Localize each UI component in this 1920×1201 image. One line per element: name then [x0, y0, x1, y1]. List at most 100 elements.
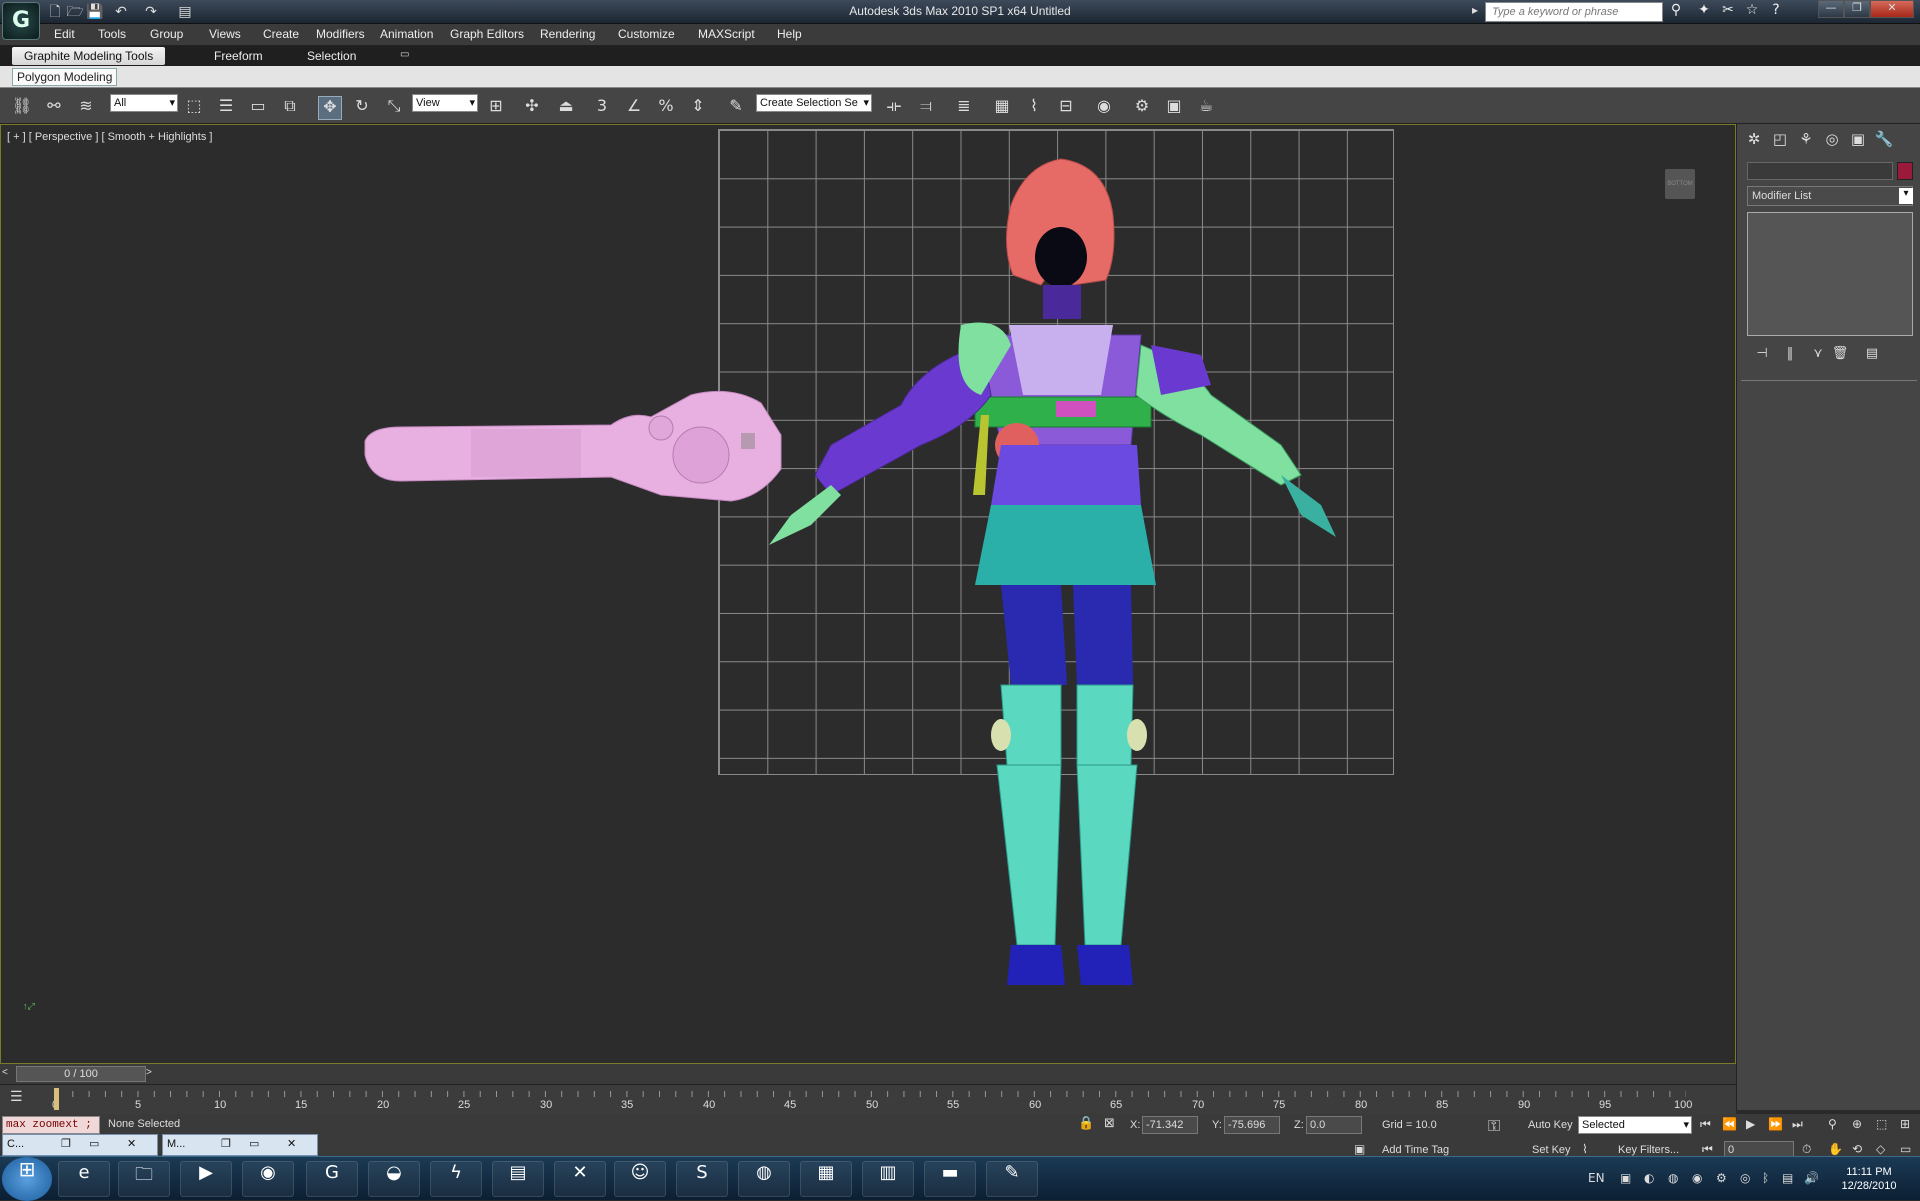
3ds-icon[interactable]: ▤	[492, 1161, 544, 1197]
menu-modifiers[interactable]: Modifiers	[316, 27, 365, 41]
tray-icon[interactable]: ◐	[1644, 1171, 1654, 1185]
select-object-icon[interactable]: ⬚	[182, 96, 206, 120]
motion-tab-icon[interactable]: ◎	[1821, 130, 1843, 152]
time-slider-thumb[interactable]: 0 / 100	[16, 1066, 146, 1082]
minimize-button[interactable]: —	[1818, 0, 1844, 18]
system-clock[interactable]: 11:11 PM 12/28/2010	[1834, 1165, 1904, 1193]
select-and-scale-icon[interactable]: ⤡	[382, 96, 406, 120]
key-tangent-icon[interactable]: ⌇	[1582, 1142, 1588, 1156]
tray-icon[interactable]: ◍	[1668, 1171, 1678, 1185]
tab-graphite-modeling-tools[interactable]: Graphite Modeling Tools	[12, 47, 166, 65]
pan-icon[interactable]: ✋	[1828, 1142, 1843, 1156]
zoom-icon[interactable]: ⚲	[1828, 1117, 1837, 1131]
utilities-tab-icon[interactable]: 🔧	[1873, 130, 1895, 152]
align-icon[interactable]: ⫤	[914, 96, 938, 120]
explorer-icon[interactable]: 🗀	[118, 1161, 170, 1197]
menu-customize[interactable]: Customize	[618, 27, 675, 41]
binoculars-icon[interactable]: ⚲	[1666, 2, 1686, 22]
restore-icon[interactable]: ❐	[61, 1137, 71, 1150]
goto-end-icon[interactable]: ⏭	[1792, 1117, 1803, 1132]
app-logo-icon[interactable]: G	[2, 2, 40, 40]
minimized-window[interactable]: M... ❐ ▭ ✕	[162, 1134, 318, 1156]
media-player-icon[interactable]: ▶	[180, 1161, 232, 1197]
render-production-icon[interactable]: ☕	[1194, 96, 1218, 120]
star-icon[interactable]: ☆	[1742, 2, 1762, 22]
edit-named-selection-icon[interactable]: ✎	[724, 96, 748, 120]
time-slider-next-icon[interactable]: >	[146, 1067, 152, 1078]
menu-rendering[interactable]: Rendering	[540, 27, 595, 41]
network-tray-icon[interactable]: ▤	[1782, 1171, 1793, 1185]
reference-coordinate-dropdown[interactable]: View	[412, 94, 478, 112]
angle-snap-icon[interactable]: ∠	[622, 96, 646, 120]
3dsmax-taskbar-icon[interactable]: G	[306, 1161, 358, 1197]
restore-icon[interactable]: ❐	[221, 1137, 231, 1150]
schematic-view-icon[interactable]: ⊟	[1054, 96, 1078, 120]
messenger-icon[interactable]: ☺	[614, 1161, 666, 1197]
viewcube[interactable]: BOTTOM	[1665, 169, 1695, 199]
material-editor-icon[interactable]: ◉	[1092, 96, 1116, 120]
previous-frame-icon[interactable]: ⏪	[1722, 1117, 1737, 1131]
track-bar[interactable]: ☰ 0 5 10 15 20 25 30 35 40 45 50 55 60 6…	[0, 1084, 1736, 1114]
x-coordinate-field[interactable]: -71.342	[1142, 1116, 1198, 1134]
bind-space-warp-icon[interactable]: ≋	[74, 96, 98, 120]
modify-tab-icon[interactable]: ◰	[1769, 130, 1791, 152]
command-prompt-icon[interactable]: ▬	[924, 1161, 976, 1197]
menu-graph-editors[interactable]: Graph Editors	[450, 27, 524, 41]
render-setup-icon[interactable]: ⚙	[1130, 96, 1154, 120]
remove-modifier-icon[interactable]: 🗑	[1829, 346, 1851, 364]
maximize-viewport-icon[interactable]: ▭	[1900, 1142, 1911, 1156]
menu-edit[interactable]: Edit	[54, 27, 75, 41]
select-and-link-icon[interactable]: ⛓	[10, 96, 34, 120]
display-tab-icon[interactable]: ▣	[1847, 130, 1869, 152]
tray-icon[interactable]: ⚙	[1716, 1171, 1727, 1185]
layer-manager-icon[interactable]: ≣	[952, 96, 976, 120]
rendered-frame-window-icon[interactable]: ▣	[1162, 96, 1186, 120]
make-unique-icon[interactable]: ⋎	[1807, 346, 1829, 364]
tray-icon[interactable]: ◉	[1692, 1171, 1702, 1185]
rect-selection-icon[interactable]: ▭	[246, 96, 270, 120]
key-filters-button[interactable]: Key Filters...	[1618, 1144, 1679, 1156]
object-name-field[interactable]	[1747, 162, 1893, 180]
key-mode-dropdown[interactable]: Selected	[1578, 1116, 1692, 1134]
zoom-all-icon[interactable]: ⊕	[1852, 1117, 1862, 1131]
close-icon[interactable]: ✕	[127, 1137, 136, 1150]
curve-editor-icon[interactable]: ⌇	[1022, 96, 1046, 120]
absolute-mode-icon[interactable]: ⊠	[1104, 1116, 1115, 1131]
network-icon[interactable]: ◍	[738, 1161, 790, 1197]
mini-curve-editor-icon[interactable]: ☰	[10, 1089, 23, 1105]
app-icon[interactable]: ◒	[368, 1161, 420, 1197]
lock-selection-icon[interactable]: 🔒	[1078, 1116, 1094, 1131]
favorites-close-icon[interactable]: ✂	[1718, 2, 1738, 22]
chevron-down-icon[interactable]: ▾	[1899, 188, 1913, 204]
tray-icon[interactable]: ◎	[1740, 1171, 1750, 1185]
set-key-button[interactable]: Set Key	[1532, 1144, 1571, 1156]
next-frame-icon[interactable]: ⏩	[1768, 1117, 1783, 1131]
add-time-tag-button[interactable]: Add Time Tag	[1382, 1144, 1449, 1156]
pin-stack-icon[interactable]: ⊣	[1751, 346, 1773, 364]
configure-modifier-sets-icon[interactable]: ▤	[1861, 346, 1883, 364]
tab-freeform[interactable]: Freeform	[202, 47, 275, 65]
select-and-rotate-icon[interactable]: ↻	[350, 96, 374, 120]
help-search-input[interactable]: Type a keyword or phrase	[1485, 2, 1663, 22]
firefox-icon[interactable]: ◉	[242, 1161, 294, 1197]
auto-key-button[interactable]: Auto Key	[1528, 1119, 1573, 1131]
play-icon[interactable]: ▶	[1746, 1117, 1755, 1131]
tray-icon[interactable]: ▣	[1620, 1171, 1631, 1185]
zoom-extents-icon[interactable]: ⬚	[1876, 1117, 1887, 1131]
object-color-swatch[interactable]	[1897, 162, 1913, 180]
maximize-icon[interactable]: ▭	[249, 1137, 259, 1150]
mirror-icon[interactable]: ⟛	[882, 96, 906, 120]
language-indicator[interactable]: EN	[1588, 1171, 1605, 1185]
minimized-window[interactable]: C... ❐ ▭ ✕	[2, 1134, 158, 1156]
modifier-list-dropdown[interactable]: Modifier List	[1747, 186, 1913, 206]
keyboard-shortcut-override-icon[interactable]: ⏏	[554, 96, 578, 120]
manipulate-icon[interactable]: ✣	[520, 96, 544, 120]
goto-start-icon[interactable]: ⏮	[1700, 1117, 1711, 1132]
select-and-move-icon[interactable]: ✥	[318, 96, 342, 120]
select-by-name-icon[interactable]: ☰	[214, 96, 238, 120]
tab-selection[interactable]: Selection	[295, 47, 368, 65]
orbit-icon[interactable]: ⟲	[1852, 1142, 1862, 1156]
window-crossing-icon[interactable]: ⧉	[278, 96, 302, 120]
maxscript-listener[interactable]: max zoomext ;	[2, 1116, 100, 1134]
selection-filter-dropdown[interactable]: All	[110, 94, 178, 112]
